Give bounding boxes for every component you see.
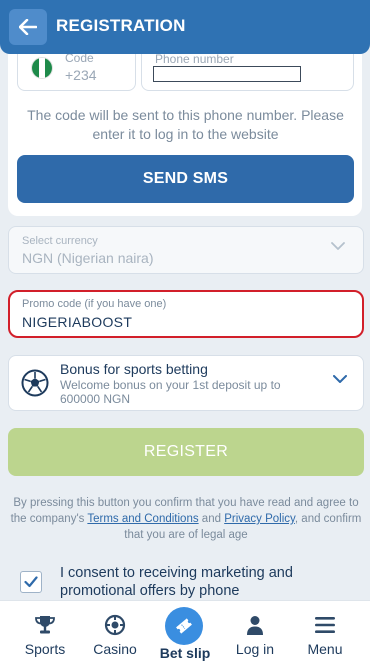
terms-and: and [198, 513, 225, 525]
chevron-down-icon [333, 375, 347, 383]
nav-item-sports[interactable]: Sports [10, 601, 80, 664]
nav-label: Bet slip [159, 645, 211, 661]
terms-link[interactable]: Terms and Conditions [87, 513, 198, 525]
checkmark-icon [24, 576, 38, 588]
terms-notice: By pressing this button you confirm that… [6, 495, 366, 543]
ticket-icon [176, 618, 192, 634]
bonus-title: Bonus for sports betting [60, 361, 208, 377]
currency-label: Select currency [22, 235, 98, 247]
user-icon [247, 616, 263, 635]
nav-label: Casino [93, 641, 137, 657]
soccer-ball-icon [21, 369, 49, 397]
chevron-down-icon [331, 242, 345, 250]
nav-item-log-in[interactable]: Log in [220, 601, 290, 664]
register-button[interactable]: REGISTER [8, 428, 364, 476]
nav-label: Sports [24, 641, 66, 657]
currency-value: NGN (Nigerian naira) [22, 250, 154, 266]
code-value: +234 [65, 67, 97, 83]
roulette-icon [104, 614, 126, 636]
nav-item-menu[interactable]: Menu [290, 601, 360, 664]
bet-slip-button[interactable] [165, 607, 203, 645]
nav-label: Menu [307, 641, 343, 657]
bonus-select[interactable]: Bonus for sports betting Welcome bonus o… [8, 355, 364, 411]
promo-code-value: NIGERIABOOST [22, 314, 133, 330]
back-button[interactable] [9, 9, 47, 45]
privacy-policy-link[interactable]: Privacy Policy [224, 513, 295, 525]
menu-icon [315, 617, 335, 633]
nigeria-flag-icon [31, 57, 53, 79]
sms-hint-text: The code will be sent to this phone numb… [27, 107, 344, 142]
header-bar: REGISTRATION [0, 0, 370, 54]
bonus-description: Welcome bonus on your 1st deposit up to … [60, 378, 281, 406]
nav-label: Log in [235, 641, 275, 657]
nav-item-casino[interactable]: Casino [80, 601, 150, 664]
page-title: REGISTRATION [56, 16, 186, 35]
send-sms-button[interactable]: SEND SMS [17, 155, 354, 203]
consent-checkbox[interactable] [20, 571, 42, 593]
phone-number-label: Phone number [155, 52, 234, 66]
arrow-left-icon [19, 19, 37, 35]
promo-code-label: Promo code (if you have one) [22, 298, 167, 310]
currency-select[interactable]: Select currency NGN (Nigerian naira) [8, 226, 364, 274]
consent-label: I consent to receiving marketing and pro… [60, 565, 293, 599]
trophy-icon [35, 616, 55, 634]
promo-code-field[interactable]: Promo code (if you have one) NIGERIABOOS… [8, 290, 364, 338]
phone-number-input[interactable] [153, 66, 301, 82]
